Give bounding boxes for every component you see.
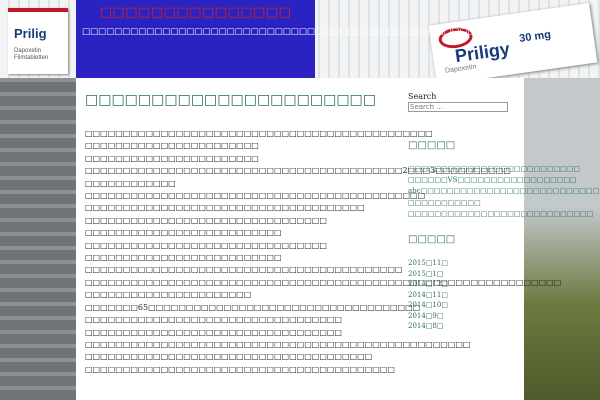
archive-link[interactable]: 2015□11□: [408, 258, 448, 269]
archives-list: 2015□11□ 2015□1□ 2014□12□ 2014□11□ 2014□10□ 2…: [408, 258, 448, 332]
main-content: □□□□□□□□□□□□□□□□□□□□□□ □□□□□□□□□□□□□□□□□…: [76, 78, 599, 400]
post-paragraph: □□□□□□□□□□□□□□□□□□□□□□□□□□□□□□□□□□□□□□□□…: [85, 129, 433, 138]
package-subtext: Dapoxetin: [444, 63, 477, 75]
product-package-left: Prilig Dapoxetin Filmtabletten: [8, 8, 68, 74]
site-title[interactable]: □□□□□□□□□□□□□□□: [76, 5, 315, 20]
post-paragraph: □□□□□□□□□□□□□□□□□□□□□□□□□□: [85, 228, 282, 238]
recent-posts-list: □□□□□□□□□□□□□□□□□□□□□□□□□□ □□□□□□VS□□□□□□…: [408, 164, 599, 220]
post-paragraph: □□□□□□□□□□□□□□□□□□□□□□□□□□□□□□□□□□□□□□□□…: [85, 277, 562, 287]
sidebar: Search □□□□□ □□□□□□□□□□□□□□□□□□□□□□□□□□□…: [408, 92, 599, 330]
post-body: □□□□□□□□□□□□□□□□□□□□□□□□□□□□□□□□□□□□□□□□…: [85, 128, 562, 376]
recent-post-link[interactable]: □□□□□□VS□□□□□□□□□□□□□□□□□□: [408, 175, 577, 186]
site-branding: □□□□□□□□□□□□□□□ □□□□□□□□□□□□□□□□□□□□□□□□…: [76, 0, 476, 78]
post-paragraph: □□□□□□□□□□□□□□□□□□□□□□: [85, 290, 252, 300]
widget-title-archives: □□□□□: [408, 234, 456, 245]
archive-link[interactable]: 2014□8□: [408, 321, 448, 332]
archive-link[interactable]: 2014□10□: [408, 300, 448, 311]
post-paragraph: □□□□□□□□□□□□□□□□□□□□□□□: [85, 141, 259, 151]
post-paragraph: □□□□□□□□□□□□□□□□□□□□□□□□□□□□□□□□□□□□□□□□…: [85, 191, 426, 201]
recent-post-link[interactable]: □□□□□□□□□□□: [408, 198, 510, 209]
search-input[interactable]: [408, 102, 508, 112]
archive-link[interactable]: 2014□11□: [408, 290, 448, 301]
post-paragraph: □□□□□□□□□□□□: [85, 178, 176, 188]
post-paragraph: □□□□□□□□□□□□□□□□□□□□□□□□□□□□□□□□: [85, 240, 327, 250]
recent-post-link[interactable]: □□□□□□□□□□□□□□□□□□□□□□□□□□□□: [408, 209, 593, 220]
post-paragraph: □□□□□□□□□□□□□□□□□□□□□□□□□□□□□□□□: [85, 215, 327, 225]
post-title[interactable]: □□□□□□□□□□□□□□□□□□□□□□: [85, 92, 376, 108]
post-paragraph: □□□□□□□65□□□□□□□□□□□□□□□□□□□□□□□□□□□□□□□…: [85, 302, 421, 312]
post-paragraph: □□□□□□□□□□□□□□□□□□□□□□□: [85, 153, 259, 163]
widget-title-recent: □□□□□: [408, 140, 456, 151]
archive-link[interactable]: 2015□1□: [408, 269, 448, 280]
recent-post-link[interactable]: □□□□□□□□□□□□□□□□□□□□□□□□□□: [408, 164, 580, 175]
post-paragraph: □□□□□□□□□□□□□□□□□□□□□□□□□□□□□□□□□□: [85, 315, 342, 325]
post-paragraph: □□□□□□□□□□□□□□□□□□□□□□□□□□□□□□□□□□□□□□□□…: [85, 364, 395, 374]
package-brand: Prilig: [14, 26, 47, 41]
product-package-right: Priligy 30 mg Dapoxetin: [428, 3, 598, 85]
background-photo-right: [524, 78, 600, 400]
post-paragraph: □□□□□□□□□□□□□□□□□□□□□□□□□□□□□□□□□□□□□□: [85, 352, 373, 362]
post-paragraph: □□□□□□□□□□□□□□□□□□□□□□□□□□□□□□□□□□□□□: [85, 203, 365, 213]
recent-post-link[interactable]: abc□□□□□□□□□□□□□□□□□□□□□□□□□□□: [408, 186, 599, 197]
package-dose: 30 mg: [518, 28, 552, 46]
post-paragraph: □□□□□□□□□□□□□□□□□□□□□□□□□□□□□□□□□□□□□□□□…: [85, 166, 511, 176]
background-photo-left: [0, 78, 76, 400]
post-paragraph: □□□□□□□□□□□□□□□□□□□□□□□□□□□□□□□□□□□□□□□□…: [85, 339, 471, 349]
package-small-text: Dapoxetin Filmtabletten: [14, 48, 49, 61]
archive-link[interactable]: 2014□9□: [408, 311, 448, 322]
search-label: Search: [408, 92, 437, 101]
post-paragraph: □□□□□□□□□□□□□□□□□□□□□□□□□□□□□□□□□□: [85, 327, 342, 337]
post-paragraph: □□□□□□□□□□□□□□□□□□□□□□□□□□□□□□□□□□□□□□□□…: [85, 265, 403, 275]
archive-link[interactable]: 2014□12□: [408, 279, 448, 290]
site-description: □□□□□□□□□□□□□□□□□□□□□□□□□□□□□□□□□□□□□□□□…: [82, 27, 476, 37]
post-paragraph: □□□□□□□□□□□□□□□□□□□□□□□□□□: [85, 253, 282, 263]
